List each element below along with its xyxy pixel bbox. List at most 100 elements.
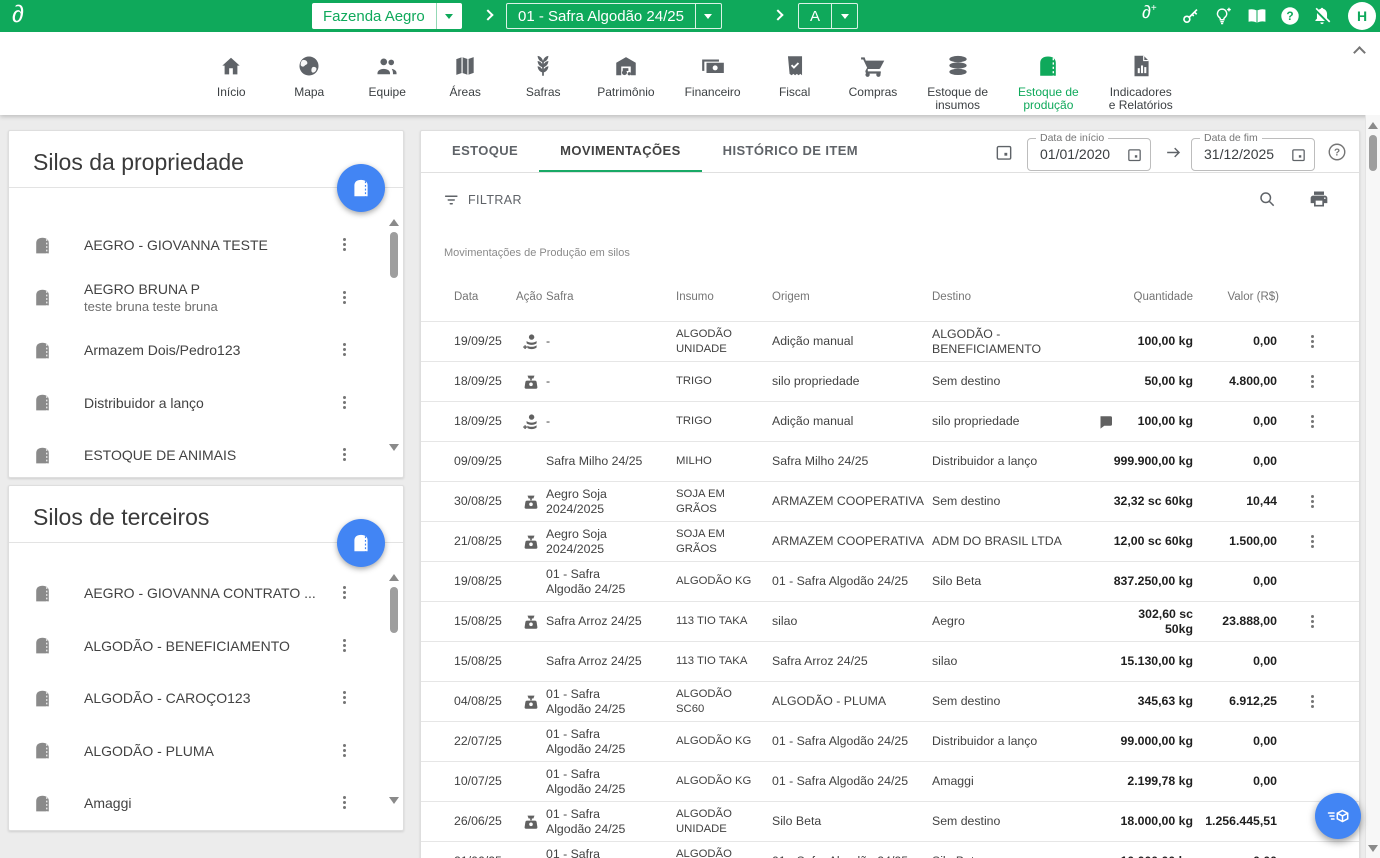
item-menu-button[interactable] (343, 696, 346, 699)
tab-historico-de-item[interactable]: HISTÓRICO DE ITEM (702, 131, 879, 172)
table-row[interactable]: 10/07/25 01 - Safra Algodão 24/25 ALGODÃ… (421, 761, 1359, 801)
tab-movimentacoes[interactable]: MOVIMENTAÇÕES (539, 131, 702, 172)
nav-item-areas[interactable]: Áreas (441, 53, 489, 99)
tab-estoque[interactable]: ESTOQUE (431, 131, 539, 172)
cell-destino: silo propriedade (932, 414, 1096, 429)
notifications-off-icon[interactable] (1311, 5, 1333, 27)
scroll-up-icon[interactable] (389, 574, 399, 581)
user-avatar[interactable]: H (1348, 2, 1376, 30)
filter-button[interactable]: FILTRAR (443, 191, 522, 209)
row-menu-button[interactable] (1311, 380, 1314, 383)
item-menu-button[interactable] (343, 644, 346, 647)
help-icon[interactable]: ? (1327, 142, 1347, 162)
scale-icon (522, 373, 540, 391)
lightbulb-idea-icon[interactable] (1212, 5, 1234, 27)
silo-list-item[interactable]: ESTOQUE DE ANIMAIS (9, 429, 387, 475)
cell-quantidade: 10.000,00 kg (1096, 854, 1193, 858)
silo-list-item[interactable]: ALGODÃO - BENEFICIAMENTO (9, 620, 387, 673)
aegro-plus-icon[interactable]: ∂+ (1142, 2, 1157, 23)
farm-selector[interactable]: Fazenda Aegro (312, 3, 462, 29)
table-row[interactable]: 22/07/25 01 - Safra Algodão 24/25 ALGODÃ… (421, 721, 1359, 761)
scale-icon (522, 613, 540, 631)
silo-list-item[interactable]: Armazem Dois/Pedro123 (9, 324, 387, 377)
scroll-down-icon[interactable] (389, 444, 399, 451)
nav-item-estoque-insumos[interactable]: Estoque de insumos (927, 53, 988, 112)
row-menu-button[interactable] (1311, 540, 1314, 543)
new-movement-fab[interactable] (1315, 793, 1361, 839)
area-selector-dropdown[interactable] (831, 4, 857, 28)
row-menu-button[interactable] (1311, 620, 1314, 623)
table-row[interactable]: 30/08/25 Aegro Soja 2024/2025 SOJA EM GR… (421, 481, 1359, 521)
silo-list-item[interactable]: AEGRO BRUNA P teste bruna teste bruna (9, 272, 387, 325)
silo-list-item[interactable]: ALGODÃO - CAROÇO123 (9, 672, 387, 725)
item-menu-button[interactable] (343, 801, 346, 804)
table-row[interactable]: 09/09/25 Safra Milho 24/25 MILHO Safra M… (421, 441, 1359, 481)
table-row[interactable]: 15/08/25 Safra Arroz 24/25 113 TIO TAKA … (421, 601, 1359, 641)
date-end-field[interactable]: Data de fim 31/12/2025 (1191, 138, 1315, 171)
date-start-field[interactable]: Data de início 01/01/2020 (1027, 138, 1151, 171)
comment-flag-icon[interactable] (1098, 414, 1114, 430)
nav-item-compras[interactable]: Compras (849, 53, 898, 99)
table-row[interactable]: 04/08/25 01 - Safra Algodão 24/25 ALGODÃ… (421, 681, 1359, 721)
table-row[interactable]: 15/08/25 Safra Arroz 24/25 113 TIO TAKA … (421, 641, 1359, 681)
silo-list-item[interactable]: AEGRO - GIOVANNA TESTE (9, 219, 387, 272)
row-menu-button[interactable] (1311, 340, 1314, 343)
table-row[interactable]: 19/09/25 - ALGODÃO UNIDADE Adição manual… (421, 321, 1359, 361)
row-menu-button[interactable] (1311, 700, 1314, 703)
cell-date: 10/07/25 (454, 774, 516, 789)
col-origem: Origem (772, 291, 932, 303)
nav-item-fiscal[interactable]: Fiscal (771, 53, 819, 99)
season-selector-dropdown[interactable] (695, 4, 721, 28)
silo-list-item[interactable]: AEGRO - GIOVANNA CONTRATO ... (9, 567, 387, 620)
item-menu-button[interactable] (343, 296, 346, 299)
nav-item-patrimonio[interactable]: Patrimônio (597, 53, 654, 99)
book-icon[interactable] (1246, 5, 1268, 27)
scroll-down-icon[interactable] (389, 797, 399, 804)
collapse-navbar-icon[interactable] (1353, 46, 1366, 59)
item-menu-button[interactable] (343, 591, 346, 594)
nav-item-inicio[interactable]: Início (207, 53, 255, 99)
silo-list-item[interactable]: Amaggi (9, 777, 387, 828)
cell-origem: ARMAZEM COOPERATIVA (772, 534, 932, 549)
add-silo-propriedade-button[interactable] (337, 164, 385, 212)
table-row[interactable]: 18/09/25 - TRIGO Adição manual silo prop… (421, 401, 1359, 441)
scrollbar-thumb[interactable] (390, 587, 398, 633)
scroll-down-icon[interactable] (1368, 845, 1378, 852)
cell-date: 30/08/25 (454, 494, 516, 509)
nav-item-mapa[interactable]: Mapa (285, 53, 333, 99)
farm-selector-dropdown[interactable] (436, 3, 462, 29)
area-selector[interactable]: A (798, 3, 858, 29)
add-silo-terceiros-button[interactable] (337, 519, 385, 567)
row-menu-button[interactable] (1311, 500, 1314, 503)
nav-item-safras[interactable]: Safras (519, 53, 567, 99)
nav-item-indicadores[interactable]: Indicadores e Relatórios (1109, 53, 1173, 112)
item-menu-button[interactable] (343, 243, 346, 246)
item-menu-button[interactable] (343, 401, 346, 404)
table-row[interactable]: 19/08/25 01 - Safra Algodão 24/25 ALGODÃ… (421, 561, 1359, 601)
table-row[interactable]: 21/06/25 01 - Safra Algodão 24/25 ALGODÃ… (421, 841, 1359, 858)
scrollbar-thumb[interactable] (1369, 135, 1377, 171)
scroll-up-icon[interactable] (389, 219, 399, 226)
season-selector[interactable]: 01 - Safra Algodão 24/25 (506, 3, 722, 29)
search-icon[interactable] (1257, 189, 1277, 209)
breadcrumb-chevron-icon (772, 9, 783, 20)
help-icon[interactable]: ? (1279, 5, 1301, 27)
row-menu-button[interactable] (1311, 420, 1314, 423)
table-row[interactable]: 21/08/25 Aegro Soja 2024/2025 SOJA EM GR… (421, 521, 1359, 561)
scrollbar-thumb[interactable] (390, 232, 398, 278)
item-menu-button[interactable] (343, 348, 346, 351)
calendar-shortcut-icon[interactable] (994, 142, 1014, 162)
item-menu-button[interactable] (343, 453, 346, 456)
table-row[interactable]: 18/09/25 - TRIGO silo propriedade Sem de… (421, 361, 1359, 401)
nav-item-financeiro[interactable]: Financeiro (685, 53, 741, 99)
print-icon[interactable] (1309, 189, 1329, 209)
scroll-up-icon[interactable] (1368, 122, 1378, 129)
silo-list-item[interactable]: Distribuidor a lanço (9, 377, 387, 430)
table-row[interactable]: 26/06/25 01 - Safra Algodão 24/25 ALGODÃ… (421, 801, 1359, 841)
silo-list-item[interactable]: ALGODÃO - PLUMA (9, 725, 387, 778)
nav-item-estoque-producao[interactable]: Estoque de produção (1018, 53, 1079, 112)
date-start-label: Data de início (1036, 132, 1108, 144)
item-menu-button[interactable] (343, 749, 346, 752)
nav-item-equipe[interactable]: Equipe (363, 53, 411, 99)
key-icon[interactable] (1180, 5, 1202, 27)
